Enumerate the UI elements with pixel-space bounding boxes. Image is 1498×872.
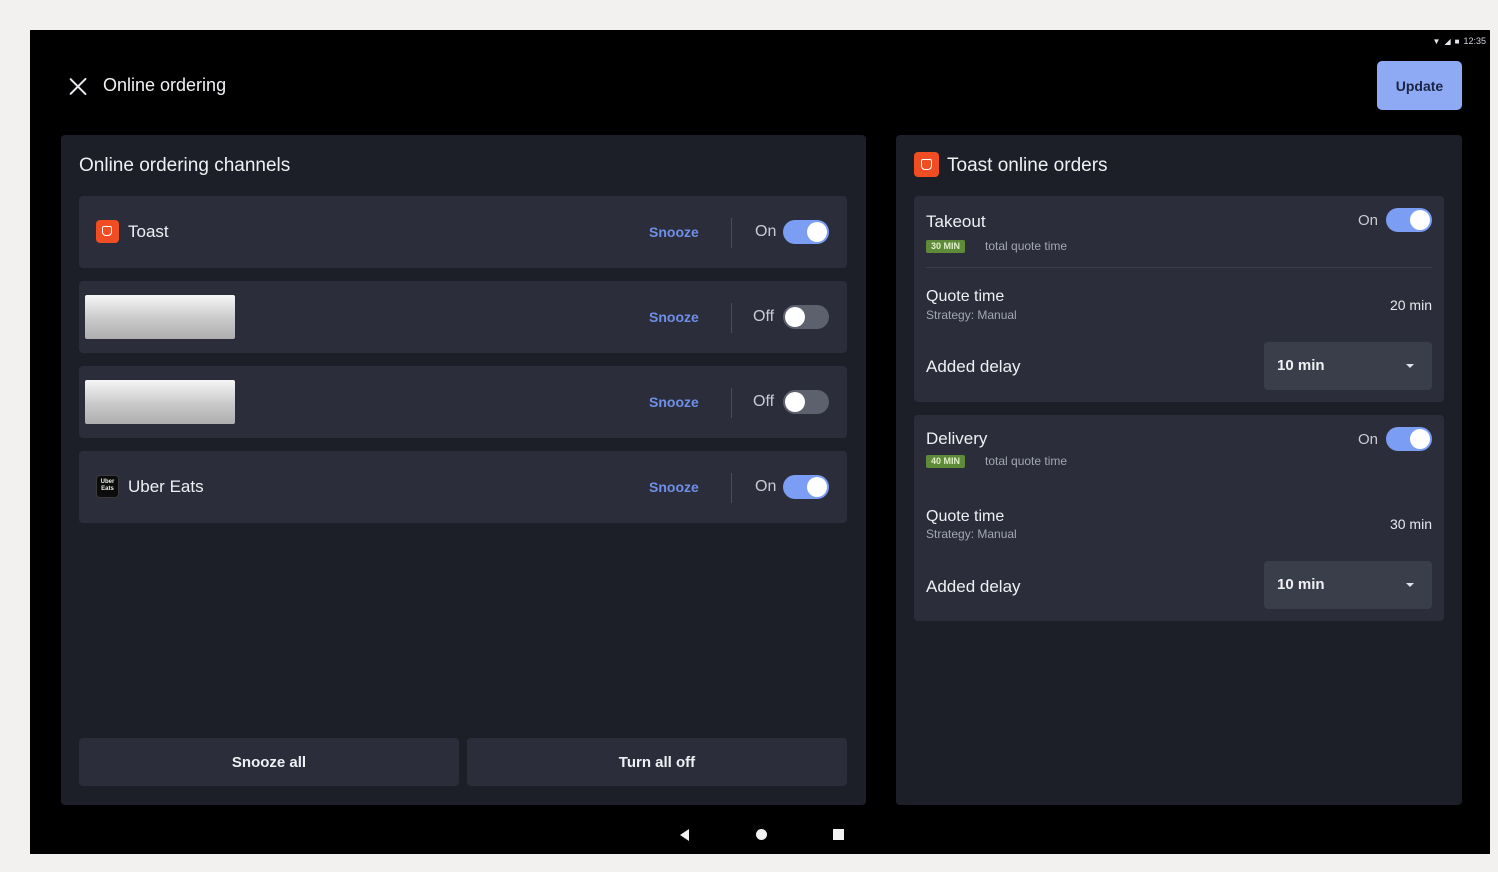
- badge-caption: total quote time: [985, 239, 1068, 253]
- back-icon[interactable]: [680, 829, 689, 841]
- quote-time-value: 20 min: [1389, 297, 1432, 313]
- channel-name: Toast: [128, 222, 169, 241]
- delivery-label: Delivery: [926, 429, 988, 448]
- takeout-card: Takeout On 30 MIN total quote time Quote…: [914, 196, 1444, 402]
- channels-panel-title: Online ordering channels: [79, 155, 291, 176]
- channel-toggle[interactable]: [783, 220, 829, 244]
- home-icon[interactable]: [756, 829, 767, 840]
- snooze-button[interactable]: Snooze: [649, 479, 699, 495]
- divider: [926, 267, 1432, 268]
- toggle-state-label: Off: [753, 308, 775, 325]
- added-delay-select[interactable]: 10 min: [1264, 342, 1432, 390]
- chevron-down-icon: [1406, 364, 1414, 368]
- snooze-all-button[interactable]: Snooze all: [79, 738, 459, 786]
- toast-online-orders-panel: Toast online orders Takeout On 30 MIN to…: [896, 135, 1462, 805]
- channel-row-uber-eats: Uber Eats Uber Eats Snooze On: [79, 451, 847, 523]
- toast-orders-panel-title: Toast online orders: [947, 155, 1108, 176]
- uber-eats-logo-icon: Uber Eats: [96, 475, 119, 498]
- toggle-knob: [1410, 210, 1430, 230]
- chevron-down-icon: [1406, 583, 1414, 587]
- quote-time-value: 30 min: [1389, 516, 1432, 532]
- channel-toggle[interactable]: [783, 390, 829, 414]
- snooze-button[interactable]: Snooze: [649, 224, 699, 240]
- toast-logo-icon: [96, 220, 119, 243]
- added-delay-value: 10 min: [1277, 576, 1325, 593]
- takeout-label: Takeout: [926, 212, 986, 231]
- channel-row-partner-1: Snooze Off: [79, 281, 847, 353]
- update-button[interactable]: Update: [1377, 61, 1462, 110]
- channel-row-toast: Toast Snooze On: [79, 196, 847, 268]
- turn-all-off-button[interactable]: Turn all off: [467, 738, 847, 786]
- page-title: Online ordering: [103, 75, 227, 95]
- toggle-state-label: On: [1358, 212, 1379, 229]
- toggle-knob: [1410, 429, 1430, 449]
- toggle-state-label: On: [755, 478, 777, 495]
- channel-toggle[interactable]: [783, 475, 829, 499]
- partner-logo-placeholder: [85, 295, 235, 339]
- quote-time-badge: 30 MIN: [926, 240, 966, 253]
- toggle-state-label: On: [1358, 431, 1379, 448]
- delivery-card: Delivery On 40 MIN total quote time Quot…: [914, 415, 1444, 621]
- online-ordering-channels-panel: Online ordering channels Toast Snooze On…: [61, 135, 866, 805]
- tablet-screen: ▼ ◢ ■ 12:35 Online ordering Update Onlin…: [30, 30, 1490, 854]
- quote-time-label: Quote time: [926, 508, 1005, 525]
- close-icon[interactable]: [66, 74, 90, 98]
- channel-row-partner-2: Snooze Off: [79, 366, 847, 438]
- added-delay-label: Added delay: [926, 357, 1021, 376]
- strategy-label: Strategy: Manual: [926, 308, 1017, 322]
- badge-caption: total quote time: [985, 454, 1068, 468]
- snooze-button[interactable]: Snooze: [649, 309, 699, 325]
- strategy-label: Strategy: Manual: [926, 527, 1017, 541]
- toggle-knob: [807, 222, 827, 242]
- divider: [731, 303, 732, 333]
- added-delay-label: Added delay: [926, 577, 1021, 596]
- quote-time-label: Quote time: [926, 288, 1005, 305]
- recents-icon[interactable]: [833, 829, 844, 840]
- toggle-state-label: Off: [753, 393, 775, 410]
- takeout-toggle[interactable]: [1386, 208, 1432, 232]
- toggle-state-label: On: [755, 223, 777, 240]
- toggle-knob: [785, 392, 805, 412]
- system-nav-bar: [30, 822, 1490, 848]
- channel-name: Uber Eats: [128, 477, 204, 496]
- channel-toggle[interactable]: [783, 305, 829, 329]
- partner-logo-placeholder: [85, 380, 235, 424]
- divider: [731, 218, 732, 248]
- added-delay-select[interactable]: 10 min: [1264, 561, 1432, 609]
- divider: [731, 473, 732, 503]
- toggle-knob: [785, 307, 805, 327]
- delivery-toggle[interactable]: [1386, 427, 1432, 451]
- toggle-knob: [807, 477, 827, 497]
- divider: [731, 388, 732, 418]
- quote-time-badge: 40 MIN: [926, 455, 966, 468]
- toast-logo-icon: [914, 152, 939, 177]
- snooze-button[interactable]: Snooze: [649, 394, 699, 410]
- added-delay-value: 10 min: [1277, 357, 1325, 374]
- app-header: Online ordering Update: [30, 30, 1490, 135]
